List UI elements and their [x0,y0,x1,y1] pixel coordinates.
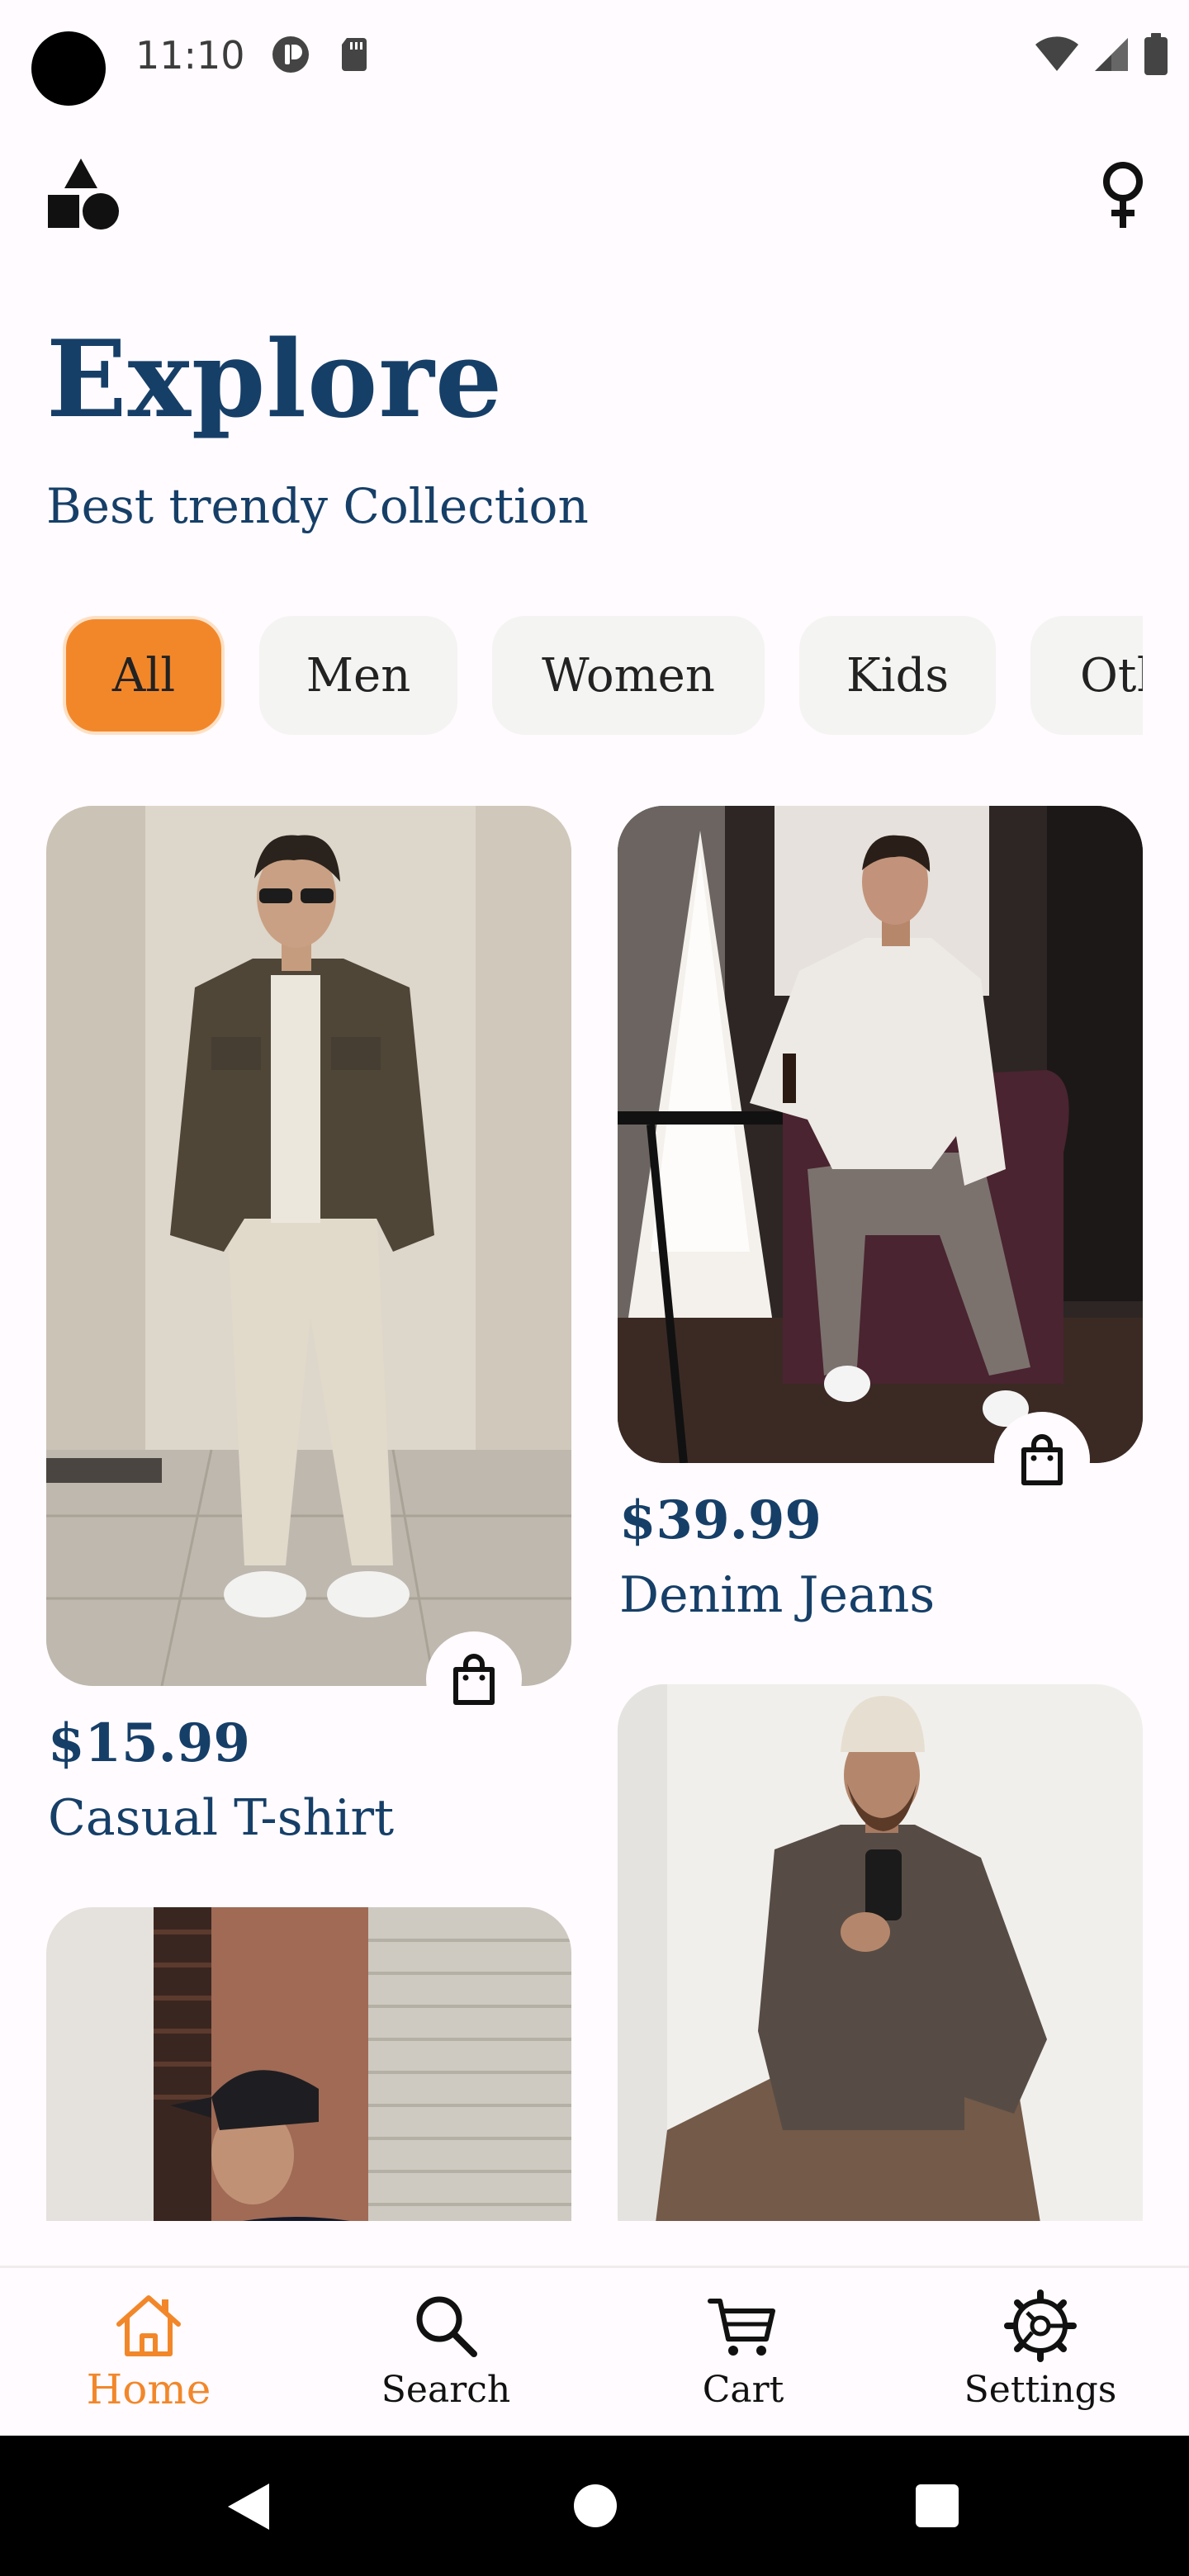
chip-women[interactable]: Women [492,616,765,735]
female-gender-icon[interactable] [1097,157,1149,231]
product-card[interactable]: $15.99 Casual T-shirt [46,806,571,1879]
man-in-beanie-photo [618,1684,1143,2221]
settings-icon [1004,2290,1077,2362]
product-name: Denim Jeans [619,1566,936,1624]
cell-signal-icon [1095,38,1128,71]
product-grid: $15.99 Casual T-shirt $39.99 Denim Jeans [0,793,1189,2221]
product-card[interactable] [618,1684,1143,2221]
battery-icon [1144,33,1168,75]
shopping-bag-icon [453,1654,495,1705]
product-card[interactable]: $39.99 Denim Jeans [618,806,1143,1648]
nav-home-label: Home [86,2365,211,2413]
product-price: $15.99 [48,1712,250,1774]
back-icon[interactable] [225,2482,271,2531]
product-image[interactable] [46,1907,571,2221]
chip-kids[interactable]: Kids [799,616,996,735]
search-icon [416,2296,477,2357]
nav-cart-label: Cart [702,2369,784,2411]
status-right-group [1034,31,1169,78]
wifi-icon [1035,36,1078,71]
man-in-cap-photo [46,1907,571,2221]
app-notification-icon [272,36,309,73]
chip-men[interactable]: Men [259,616,457,735]
product-name: Casual T-shirt [48,1789,395,1847]
shapes-logo-icon[interactable] [46,157,122,233]
chip-other[interactable]: Other [1030,616,1143,735]
home-circle-icon[interactable] [573,2484,618,2528]
screen: 11:10 Explore Best trendy Collection All… [0,0,1189,2576]
nav-search[interactable]: Search [297,2268,594,2438]
man-in-jacket-photo [46,806,571,1686]
recents-icon[interactable] [915,2484,959,2528]
system-navigation-bar [0,2436,1189,2576]
product-image[interactable] [46,806,571,1686]
nav-home[interactable]: Home [0,2268,297,2438]
home-icon [116,2295,181,2356]
sd-card-icon [342,38,367,71]
page-title: Explore [46,318,504,442]
nav-settings-label: Settings [964,2369,1117,2411]
product-card[interactable] [46,1907,571,2221]
cart-icon [708,2299,775,2356]
nav-cart[interactable]: Cart [594,2268,892,2438]
bottom-navigation: Home Search Cart Settings [0,2266,1189,2436]
status-bar: 11:10 [0,0,1189,116]
man-in-sweater-photo [618,806,1143,1463]
chip-all[interactable]: All [63,616,225,735]
category-chips: All Men Women Kids Other [46,614,1143,736]
product-image[interactable] [618,1684,1143,2221]
nav-search-label: Search [381,2369,511,2411]
add-to-bag-button[interactable] [994,1412,1090,1508]
shopping-bag-icon [1021,1434,1063,1485]
camera-cutout [31,31,106,106]
nav-settings[interactable]: Settings [892,2268,1189,2438]
status-time: 11:10 [135,33,245,78]
product-price: $39.99 [619,1489,822,1551]
add-to-bag-button[interactable] [426,1631,522,1727]
page-subtitle: Best trendy Collection [46,478,589,534]
product-image[interactable] [618,806,1143,1463]
